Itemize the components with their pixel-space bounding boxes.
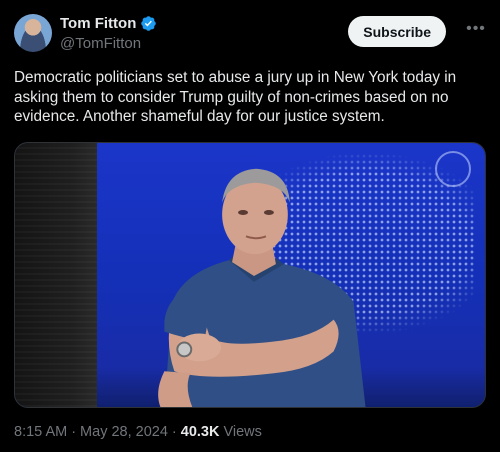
verified-badge-icon bbox=[141, 16, 157, 31]
speaker-figure bbox=[158, 168, 366, 407]
author-display-name[interactable]: Tom Fitton bbox=[60, 15, 136, 32]
tweet-header: Tom Fitton @TomFitton Subscribe ••• bbox=[14, 14, 486, 54]
tweet-text: Democratic politicians set to abuse a ju… bbox=[14, 69, 457, 125]
tweet-date[interactable]: May 28, 2024 bbox=[80, 424, 168, 440]
subscribe-button[interactable]: Subscribe bbox=[348, 16, 446, 47]
views-label: Views bbox=[223, 424, 262, 440]
meta-separator-2: · bbox=[171, 424, 177, 440]
views-count: 40.3K bbox=[180, 424, 220, 440]
author-block: Tom Fitton @TomFitton bbox=[60, 15, 157, 52]
avatar[interactable] bbox=[14, 14, 52, 52]
tweet-time[interactable]: 8:15 AM bbox=[14, 424, 67, 440]
author-handle[interactable]: @TomFitton bbox=[60, 35, 157, 52]
tweet-meta: 8:15 AM · May 28, 2024 · 40.3K Views bbox=[14, 424, 262, 440]
author-name-row[interactable]: Tom Fitton bbox=[60, 15, 157, 32]
meta-separator: · bbox=[71, 424, 77, 440]
tweet-video[interactable] bbox=[14, 142, 486, 408]
more-horizontal-icon[interactable]: ••• bbox=[466, 20, 486, 40]
